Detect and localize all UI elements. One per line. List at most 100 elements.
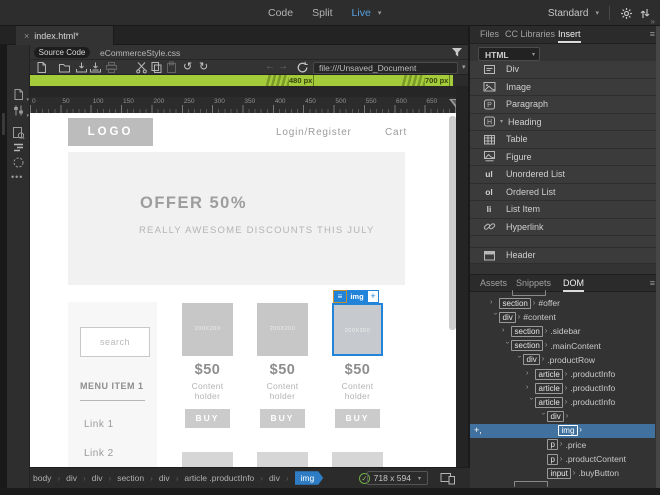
add-element-icon[interactable]: +, (474, 425, 482, 435)
live-view-button[interactable]: Live (352, 7, 371, 19)
dom-node-productinfo[interactable]: › article .productInfo (470, 381, 655, 395)
open-file-icon[interactable] (58, 61, 71, 74)
expand-arrow-icon[interactable]: › (539, 412, 547, 421)
dom-node-div[interactable]: › div (470, 410, 655, 424)
product-card[interactable]: 200X200 $50 Content holder BUY (257, 303, 308, 428)
panel-menu-icon[interactable]: ≡ (650, 278, 655, 288)
dom-node-productrow[interactable]: › div .productRow (470, 353, 655, 367)
dom-node-sidebar[interactable]: › section .sidebar (470, 324, 655, 338)
redo-icon[interactable]: ↻ (199, 60, 208, 74)
save-icon[interactable] (75, 61, 88, 74)
dom-outline-icon[interactable] (12, 141, 25, 154)
panel-collapse-icon[interactable]: » (651, 17, 656, 26)
more-tools-icon[interactable]: ••• (11, 172, 23, 182)
dom-node-content[interactable]: › div #content (470, 310, 655, 324)
sidebar-link-2[interactable]: Link 2 (84, 448, 114, 459)
expand-arrow-icon[interactable]: › (526, 384, 535, 392)
back-icon[interactable]: ← (265, 60, 275, 74)
product-image-placeholder[interactable]: 200X200 (257, 303, 308, 356)
url-field[interactable]: file:///Unsaved_Document (313, 61, 458, 74)
dom-node-img-selected[interactable]: +, img (470, 423, 655, 438)
url-menu-icon[interactable]: ▾ (462, 63, 466, 71)
code-view-button[interactable]: Code (268, 7, 293, 19)
tab-files[interactable]: Files (480, 29, 499, 39)
expand-arrow-icon[interactable]: › (527, 398, 535, 407)
insert-item-ordered-list[interactable]: ol Ordered List (470, 183, 656, 201)
paste-icon[interactable] (165, 61, 178, 74)
copy-icon[interactable] (150, 61, 163, 74)
expand-arrow-icon[interactable]: › (515, 355, 523, 364)
gear-icon[interactable] (620, 7, 633, 20)
file-management-icon[interactable]: ▾ (12, 88, 29, 103)
insert-item-hyperlink[interactable]: Hyperlink (470, 218, 656, 236)
workspace-menu-icon[interactable]: ▾ (595, 9, 599, 17)
tab-cc-libraries[interactable]: CC Libraries (505, 29, 555, 39)
buy-button[interactable]: BUY (185, 409, 230, 428)
tag-selector-item[interactable]: section (117, 473, 144, 483)
undo-icon[interactable]: ↺ (183, 60, 192, 74)
buy-button[interactable]: BUY (335, 409, 380, 428)
close-tab-icon[interactable]: × (24, 31, 29, 41)
insert-item-figure[interactable]: Figure (470, 148, 656, 166)
tag-selector-item[interactable]: div (269, 473, 280, 483)
forward-icon[interactable]: → (278, 60, 288, 74)
expand-arrow-icon[interactable]: › (502, 327, 511, 335)
cut-icon[interactable] (135, 61, 148, 74)
element-display[interactable]: ≡ img + (333, 290, 379, 303)
print-icon[interactable] (105, 61, 118, 74)
insert-category-select[interactable]: HTML ▾ (478, 47, 540, 61)
insert-item-image[interactable]: Image (470, 78, 656, 96)
related-css-file[interactable]: eCommerceStyle.css (100, 48, 180, 58)
dom-node-productcontent[interactable]: p .productContent (470, 452, 655, 466)
element-display-add-icon[interactable]: + (367, 290, 379, 303)
sidebar-link-1[interactable]: Link 1 (84, 419, 114, 430)
tab-insert[interactable]: Insert (558, 29, 581, 43)
heading-submenu-icon[interactable]: ▾ (500, 118, 503, 125)
tag-selector-item[interactable]: div (92, 473, 103, 483)
window-size-selector[interactable]: 718 x 594 ▾ (366, 471, 428, 485)
new-file-icon[interactable] (35, 61, 48, 74)
panel-menu-icon[interactable]: ≡ (650, 29, 655, 39)
tab-snippets[interactable]: Snippets (516, 278, 551, 288)
element-display-hamburger-icon[interactable]: ≡ (333, 290, 347, 303)
sync-settings-icon[interactable] (640, 7, 650, 20)
tag-selector-item[interactable]: div (66, 473, 77, 483)
buy-button[interactable]: BUY (260, 409, 305, 428)
site-logo[interactable]: LOGO (68, 118, 153, 146)
live-view-page[interactable]: LOGO Login/Register Cart OFFER 50% REALL… (30, 113, 456, 467)
product-card[interactable]: 200X200 $50 Content holder BUY (182, 303, 233, 428)
nav-cart[interactable]: Cart (385, 127, 407, 138)
expand-arrow-icon[interactable]: › (490, 299, 499, 307)
guides-icon[interactable] (12, 156, 25, 169)
breakpoint-480[interactable]: 480 px (266, 75, 314, 86)
insert-item-table[interactable]: Table (470, 131, 656, 149)
dom-node-offer[interactable]: › section #offer (470, 296, 655, 310)
tab-dom[interactable]: DOM (563, 278, 584, 292)
media-query-bar[interactable]: 480 px 700 px (30, 75, 453, 86)
breakpoint-700[interactable]: 700 px (402, 75, 450, 86)
dom-node-buybutton[interactable]: input .buyButton (470, 466, 655, 480)
document-tab[interactable]: × index.html* (16, 26, 114, 45)
expand-arrow-icon[interactable]: › (503, 341, 511, 350)
expand-arrow-icon[interactable]: › (491, 313, 499, 322)
expand-arrow-icon[interactable]: › (526, 370, 535, 378)
dom-node-productinfo[interactable]: › article .productInfo (470, 395, 655, 409)
dom-node-productinfo[interactable]: › article .productInfo (470, 367, 655, 381)
insert-item-div[interactable]: Div (470, 61, 656, 79)
tag-selector-item[interactable]: div (159, 473, 170, 483)
element-display-tag[interactable]: img (347, 290, 367, 303)
dom-node-maincontent[interactable]: › section .mainContent (470, 339, 655, 353)
nav-login-register[interactable]: Login/Register (276, 127, 352, 138)
extract-panel-icon[interactable]: ▾ (12, 104, 29, 119)
tab-assets[interactable]: Assets (480, 278, 507, 288)
search-input[interactable]: search (80, 327, 150, 357)
workspace-label[interactable]: Standard (548, 8, 589, 19)
product-card-selected[interactable]: ≡ img + 200X200 $50 Content holder BUY (332, 290, 383, 428)
insert-item-list-item[interactable]: li List Item (470, 201, 656, 219)
insert-item-header[interactable]: Header (470, 246, 656, 264)
source-code-button[interactable]: Source Code (34, 47, 90, 58)
live-source-icon[interactable] (12, 126, 25, 139)
filter-icon[interactable] (451, 47, 463, 58)
panel-scrollbar[interactable] (656, 26, 660, 488)
insert-item-heading[interactable]: H ▾ Heading (470, 113, 656, 131)
